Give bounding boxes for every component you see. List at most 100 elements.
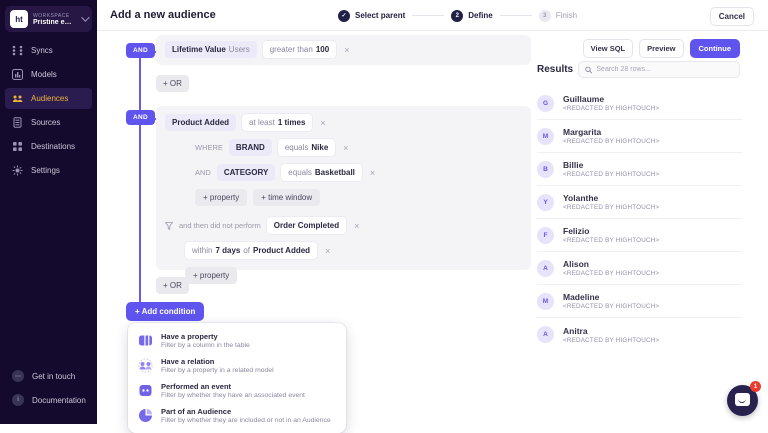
sidebar-item-label: Settings bbox=[31, 166, 60, 175]
list-item[interactable]: B Billie<REDACTED BY HIGHTOUCH> bbox=[537, 153, 742, 186]
search-input[interactable] bbox=[596, 66, 733, 73]
results-title: Results bbox=[537, 64, 573, 75]
operator-value-pill[interactable]: equals Nike bbox=[278, 139, 335, 156]
info-icon: i bbox=[12, 394, 24, 406]
add-or-button[interactable]: + OR bbox=[156, 75, 189, 92]
list-item[interactable]: G Guillaume<REDACTED BY HIGHTOUCH> bbox=[537, 87, 742, 120]
chat-bubble-icon bbox=[735, 393, 750, 406]
add-property-button[interactable]: + property bbox=[185, 267, 237, 284]
gear-icon bbox=[12, 165, 23, 176]
sidebar-item-sources[interactable]: Sources bbox=[5, 112, 92, 133]
redacted-email: <REDACTED BY HIGHTOUCH> bbox=[563, 237, 659, 244]
close-icon[interactable]: × bbox=[323, 246, 332, 256]
avatar: M bbox=[537, 293, 554, 310]
operator-value-pill[interactable]: equals Basketball bbox=[281, 164, 362, 181]
sidebar-nav: Syncs Models Audiences Sources Destinati… bbox=[0, 40, 97, 181]
results-search[interactable] bbox=[578, 61, 740, 78]
chevron-down-icon bbox=[81, 13, 89, 21]
condition-connector-line bbox=[139, 51, 141, 309]
avatar: Y bbox=[537, 194, 554, 211]
view-sql-button[interactable]: View SQL bbox=[583, 39, 633, 58]
close-icon[interactable]: × bbox=[342, 45, 351, 55]
footer-item-label: Get in touch bbox=[32, 372, 75, 381]
step-define[interactable]: 2 Define bbox=[451, 10, 492, 22]
list-item[interactable]: M Madeline<REDACTED BY HIGHTOUCH> bbox=[537, 285, 742, 318]
syncs-icon bbox=[12, 45, 23, 56]
property-icon bbox=[138, 333, 153, 348]
close-icon[interactable]: × bbox=[318, 118, 327, 128]
audiences-icon bbox=[12, 93, 23, 104]
page-title: Add a new audience bbox=[110, 9, 216, 21]
step-number: 3 bbox=[539, 10, 551, 22]
event-pill[interactable]: Order Completed bbox=[267, 217, 346, 234]
step-finish[interactable]: 3 Finish bbox=[539, 10, 577, 22]
top-bar: Add a new audience ✓ Select parent 2 Def… bbox=[97, 0, 768, 31]
close-icon[interactable]: × bbox=[341, 143, 350, 153]
menu-item-have-a-relation[interactable]: Have a relation Filter by a property in … bbox=[128, 353, 346, 378]
sidebar-item-label: Models bbox=[31, 70, 57, 79]
property-pill[interactable]: Lifetime Value Users bbox=[165, 41, 257, 58]
condition-card-lifetime-value: Lifetime Value Users greater than 100 × bbox=[156, 35, 531, 65]
sidebar-item-settings[interactable]: Settings bbox=[5, 160, 92, 181]
redacted-email: <REDACTED BY HIGHTOUCH> bbox=[563, 138, 659, 145]
event-pill[interactable]: Product Added bbox=[165, 114, 236, 131]
close-icon[interactable]: × bbox=[368, 168, 377, 178]
condition-type-menu: Have a property Filter by a column in th… bbox=[128, 323, 346, 433]
preview-button[interactable]: Preview bbox=[639, 39, 683, 58]
redacted-email: <REDACTED BY HIGHTOUCH> bbox=[563, 270, 659, 277]
then-did-not-perform-label: and then did not perform bbox=[179, 221, 261, 230]
list-item[interactable]: A Anitra<REDACTED BY HIGHTOUCH> bbox=[537, 318, 742, 351]
redacted-email: <REDACTED BY HIGHTOUCH> bbox=[563, 337, 659, 344]
add-condition-button[interactable]: + Add condition bbox=[126, 302, 204, 321]
add-property-button[interactable]: + property bbox=[195, 189, 247, 206]
relation-icon bbox=[138, 358, 153, 373]
chat-launcher-button[interactable]: 1 bbox=[727, 385, 758, 416]
redacted-email: <REDACTED BY HIGHTOUCH> bbox=[563, 105, 659, 112]
audience-builder-canvas: AND Lifetime Value Users greater than 10… bbox=[97, 31, 768, 424]
list-item[interactable]: A Alison<REDACTED BY HIGHTOUCH> bbox=[537, 252, 742, 285]
get-in-touch-link[interactable]: ⋯ Get in touch bbox=[5, 366, 92, 386]
close-icon[interactable]: × bbox=[352, 221, 361, 231]
continue-button[interactable]: Continue bbox=[690, 39, 741, 58]
sidebar-item-models[interactable]: Models bbox=[5, 64, 92, 85]
menu-item-part-of-an-audience[interactable]: Part of an Audience Filter by whether th… bbox=[128, 403, 346, 428]
add-time-window-button[interactable]: + time window bbox=[253, 189, 320, 206]
add-or-button[interactable]: + OR bbox=[156, 277, 189, 294]
avatar: F bbox=[537, 227, 554, 244]
sidebar-item-audiences[interactable]: Audiences bbox=[5, 88, 92, 109]
frequency-pill[interactable]: at least 1 times bbox=[242, 114, 312, 131]
models-icon bbox=[12, 69, 23, 80]
destinations-icon bbox=[12, 141, 23, 152]
redacted-email: <REDACTED BY HIGHTOUCH> bbox=[563, 171, 659, 178]
list-item[interactable]: F Felizio<REDACTED BY HIGHTOUCH> bbox=[537, 219, 742, 252]
column-pill[interactable]: CATEGORY bbox=[217, 164, 275, 181]
menu-item-performed-an-event[interactable]: Performed an event Filter by whether the… bbox=[128, 378, 346, 403]
sidebar-item-destinations[interactable]: Destinations bbox=[5, 136, 92, 157]
results-list: G Guillaume<REDACTED BY HIGHTOUCH> M Mar… bbox=[537, 87, 742, 351]
redacted-email: <REDACTED BY HIGHTOUCH> bbox=[563, 303, 659, 310]
sidebar-item-label: Audiences bbox=[31, 94, 68, 103]
menu-item-have-a-property[interactable]: Have a property Filter by a column in th… bbox=[128, 328, 346, 353]
workspace-eyebrow: WORKSPACE bbox=[33, 13, 76, 19]
footer-item-label: Documentation bbox=[32, 396, 86, 405]
avatar: A bbox=[537, 260, 554, 277]
cancel-button[interactable]: Cancel bbox=[710, 7, 754, 26]
search-icon bbox=[585, 66, 592, 74]
and-operator-badge[interactable]: AND bbox=[126, 43, 155, 58]
and-operator-badge[interactable]: AND bbox=[126, 110, 155, 125]
list-item[interactable]: M Margarita<REDACTED BY HIGHTOUCH> bbox=[537, 120, 742, 153]
column-pill[interactable]: BRAND bbox=[229, 139, 272, 156]
where-label: WHERE bbox=[195, 143, 223, 152]
condition-card-product-added: Product Added at least 1 times × WHERE B… bbox=[156, 106, 531, 270]
sidebar-item-label: Destinations bbox=[31, 142, 75, 151]
list-item[interactable]: Y Yolanthe<REDACTED BY HIGHTOUCH> bbox=[537, 186, 742, 219]
time-window-pill[interactable]: within 7 days of Product Added bbox=[185, 242, 317, 259]
avatar: B bbox=[537, 161, 554, 178]
documentation-link[interactable]: i Documentation bbox=[5, 390, 92, 410]
operator-value-pill[interactable]: greater than 100 bbox=[263, 41, 337, 58]
hightouch-logo: ht bbox=[10, 10, 28, 28]
workspace-switcher[interactable]: ht WORKSPACE Pristine eCommer... bbox=[5, 6, 92, 32]
sidebar-item-syncs[interactable]: Syncs bbox=[5, 40, 92, 61]
workspace-name: Pristine eCommer... bbox=[33, 19, 76, 26]
step-select-parent[interactable]: ✓ Select parent bbox=[338, 10, 405, 22]
